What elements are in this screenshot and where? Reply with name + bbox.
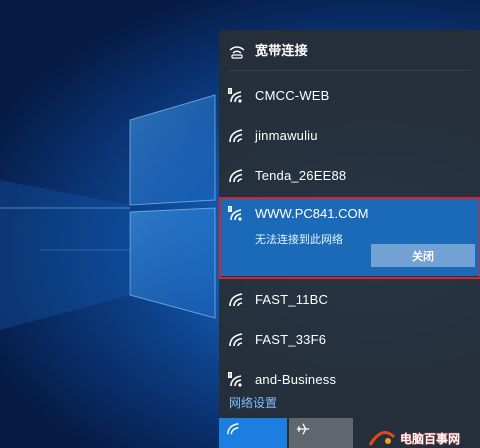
watermark-logo-icon [368,431,396,446]
wifi-icon [228,332,246,348]
wifi-unsecured-icon: ! [228,88,246,104]
network-name: jinmawuliu [255,128,318,143]
network-item-tenda[interactable]: Tenda_26EE88 [219,156,480,196]
connection-status-text: 无法连接到此网络 [255,234,343,246]
wifi-icon [227,423,239,435]
svg-text:!: ! [229,206,231,213]
network-item-cmcc-web[interactable]: ! CMCC-WEB [219,76,480,116]
site-watermark: 电脑百事网 [368,428,480,448]
network-item-fast-11bc[interactable]: FAST_11BC [219,280,480,320]
network-name: FAST_33F6 [255,332,327,347]
airplane-mode-tile[interactable] [289,418,353,448]
wifi-toggle-tile[interactable] [219,418,287,448]
selected-network-name: WWW.PC841.COM [255,206,369,221]
wifi-icon [228,168,246,184]
divider [229,70,470,71]
svg-text:!: ! [229,372,231,379]
dialup-icon [228,44,246,60]
network-item-jinmawuliu[interactable]: jinmawuliu [219,116,480,156]
network-name: FAST_11BC [255,292,329,307]
network-item-fast-33f6[interactable]: FAST_33F6 [219,320,480,360]
network-flyout: 宽带连接 ! CMCC-WEB jinmawuliu Tenda_26EE88 … [219,30,480,448]
close-button[interactable]: 关闭 [371,244,475,267]
wifi-icon [228,128,246,144]
network-name: CMCC-WEB [255,88,330,103]
wifi-unsecured-icon: ! [228,372,246,388]
svg-text:!: ! [229,88,231,95]
airplane-icon [296,423,310,435]
network-settings-link[interactable]: 网络设置 [229,394,277,411]
network-name: and-Business [255,372,337,387]
wifi-unsecured-icon: ! [228,206,246,222]
network-name: Tenda_26EE88 [255,168,347,183]
watermark-text: 电脑百事网 [400,431,461,446]
broadband-connection-item[interactable]: 宽带连接 [219,32,480,72]
broadband-label: 宽带连接 [255,43,308,58]
wifi-icon [228,292,246,308]
network-item-selected[interactable]: ! WWW.PC841.COM 无法连接到此网络 关闭 [219,198,480,276]
